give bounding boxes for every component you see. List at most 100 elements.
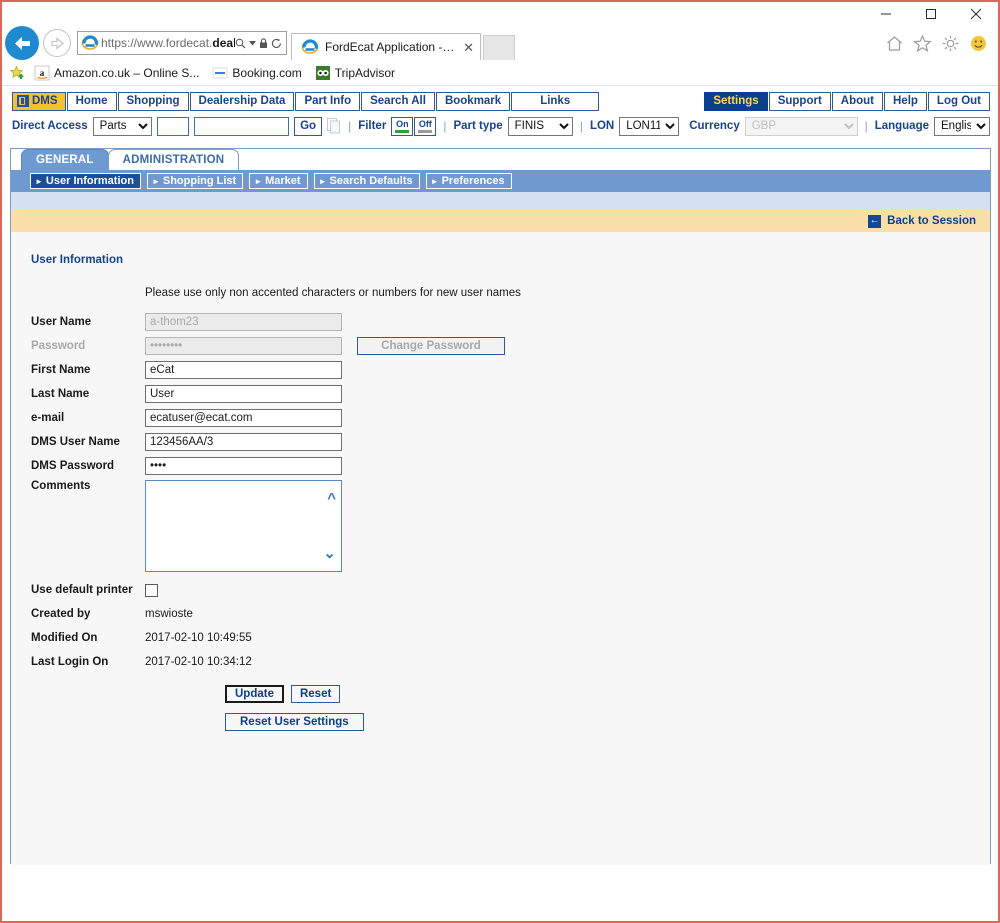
ie-logo-icon [81, 35, 99, 50]
go-button[interactable]: Go [294, 116, 323, 136]
email-input[interactable] [145, 409, 342, 427]
change-password-label: Change Password [381, 340, 481, 352]
password-input [145, 337, 342, 355]
toolbar-button-log-out[interactable]: Log Out [927, 91, 990, 111]
minimize-icon[interactable] [863, 2, 908, 26]
smiley-feedback-icon[interactable] [969, 34, 988, 53]
tab-general[interactable]: GENERAL [21, 149, 109, 170]
refresh-icon[interactable] [271, 38, 282, 49]
toolbar-button-home[interactable]: Home [66, 91, 117, 111]
field-row-comments: Comments ^ ⌄ [11, 480, 990, 572]
close-icon[interactable] [953, 2, 998, 26]
subtab-preferences[interactable]: ► Preferences [425, 173, 512, 189]
browser-tab[interactable]: FordEcat Application - Wel... ✕ [291, 33, 481, 60]
field-row-last-name: Last Name [11, 382, 990, 406]
scroll-down-chevron-icon[interactable]: ⌄ [323, 546, 336, 561]
toolbar-button-help[interactable]: Help [884, 91, 927, 111]
reset-user-settings-row: Reset User Settings [11, 713, 990, 731]
field-label: DMS User Name [31, 436, 120, 448]
filter-off-label: Off [418, 118, 432, 129]
scroll-up-chevron-icon[interactable]: ^ [327, 491, 336, 506]
toolbar-button-label: Dealership Data [198, 95, 286, 107]
back-button-icon[interactable] [5, 26, 39, 60]
browser-tab-title: FordEcat Application - Wel... [325, 40, 455, 54]
toolbar-button-part-info[interactable]: Part Info [295, 91, 361, 111]
address-bar[interactable]: https://www.fordecat.deal... [77, 31, 287, 55]
subtab-label: Market [265, 175, 301, 187]
toolbar-button-dms[interactable]: DMS [12, 91, 66, 111]
toolbar-separator: | [348, 119, 352, 133]
address-bar-icons [235, 37, 286, 49]
favorite-tripadvisor[interactable]: TripAdvisor [315, 65, 400, 81]
toolbar-button-shopping[interactable]: Shopping [117, 91, 189, 111]
tools-gear-icon[interactable] [941, 34, 960, 53]
direct-access-input-2[interactable] [194, 116, 290, 136]
toolbar-button-settings[interactable]: Settings [704, 91, 768, 111]
toolbar-button-label: Settings [713, 95, 759, 107]
svg-text:a: a [40, 68, 45, 78]
subtab-user-information[interactable]: ► User Information [30, 173, 141, 189]
reset-user-settings-label: Reset User Settings [240, 716, 349, 728]
subtab-search-defaults[interactable]: ► Search Defaults [313, 173, 420, 189]
toolbar-button-dealership-data[interactable]: Dealership Data [189, 91, 295, 111]
new-tab-button[interactable] [483, 35, 515, 60]
field-label: Password [31, 340, 86, 352]
main-panel: GENERAL ADMINISTRATION ► User Information… [10, 148, 991, 865]
first-name-input[interactable] [145, 361, 342, 379]
subtab-shopping-list[interactable]: ► Shopping List [146, 173, 244, 189]
language-label: Language [874, 120, 929, 132]
toolbar-button-label: About [840, 95, 874, 107]
home-icon[interactable] [885, 34, 904, 53]
currency-select: GBP [744, 116, 858, 136]
toolbar-button-support[interactable]: Support [768, 91, 831, 111]
address-url: https://www.fordecat.deal... [101, 36, 235, 50]
lon-select[interactable]: LON11 [619, 116, 680, 136]
dms-password-input[interactable] [145, 457, 342, 475]
maximize-icon[interactable] [908, 2, 953, 26]
favorite-booking[interactable]: Booking.com [212, 65, 306, 81]
favorites-star-icon[interactable] [913, 33, 932, 53]
update-button[interactable]: Update [225, 685, 284, 703]
toolbar-button-search-all[interactable]: Search All [361, 91, 435, 111]
field-row-dms-password: DMS Password [11, 454, 990, 478]
chevron-right-icon: ► [430, 176, 439, 186]
toolbar-button-label: Bookmark [444, 95, 502, 107]
lock-icon[interactable] [259, 37, 268, 49]
toolbar-button-about[interactable]: About [831, 91, 883, 111]
subtab-market[interactable]: ► Market [249, 173, 308, 189]
toolbar-secondary-row: Direct Access Parts Go | Filter On Off |… [2, 111, 998, 141]
back-arrow-icon: ← [868, 214, 882, 228]
field-row-password: Password Change Password [11, 334, 990, 358]
toolbar-button-label: Search All [370, 95, 426, 107]
filter-off-button[interactable]: Off [414, 116, 437, 136]
favorite-amazon[interactable]: a Amazon.co.uk – Online S... [34, 65, 204, 81]
reset-label: Reset [299, 688, 332, 700]
comments-textarea[interactable]: ^ ⌄ [145, 480, 342, 572]
browser-window: https://www.fordecat.deal... [0, 0, 1000, 923]
language-select[interactable]: English [934, 116, 990, 136]
use-default-printer-checkbox[interactable] [145, 583, 158, 597]
direct-access-input-1[interactable] [157, 116, 190, 136]
dms-user-name-input[interactable] [145, 433, 342, 451]
last-name-input[interactable] [145, 385, 342, 403]
toolbar-main-row: DMS Home Shopping Dealership Data Part I… [2, 91, 998, 111]
toolbar-button-label: Part Info [304, 95, 352, 107]
part-type-select[interactable]: FINIS [507, 116, 573, 136]
created-by-value: mswioste [145, 608, 193, 620]
toolbar-button-links[interactable]: Links [511, 91, 600, 111]
tab-close-icon[interactable]: ✕ [461, 41, 476, 54]
direct-access-select[interactable]: Parts [92, 116, 153, 136]
tab-administration[interactable]: ADMINISTRATION [107, 149, 240, 170]
reset-button[interactable]: Reset [290, 685, 341, 703]
filter-on-button[interactable]: On [391, 116, 414, 136]
copy-document-icon[interactable] [327, 118, 341, 134]
last-login-value: 2017-02-10 10:34:12 [145, 656, 252, 668]
chevron-right-icon: ► [35, 176, 43, 186]
dropdown-caret-icon[interactable] [249, 40, 256, 46]
window-controls [863, 2, 998, 26]
add-favorite-icon[interactable] [9, 65, 26, 81]
toolbar-button-bookmark[interactable]: Bookmark [435, 91, 511, 111]
search-icon[interactable] [235, 38, 246, 49]
back-to-session-link[interactable]: ← Back to Session [868, 214, 976, 228]
reset-user-settings-button[interactable]: Reset User Settings [225, 713, 364, 731]
